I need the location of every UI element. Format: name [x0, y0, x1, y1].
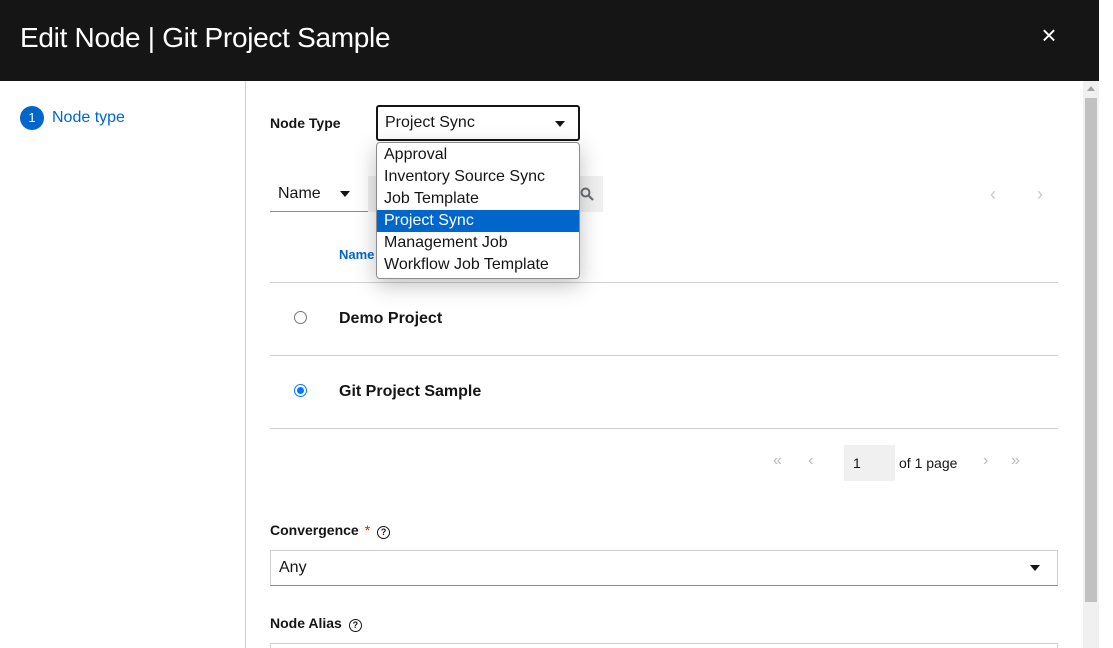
scrollbar[interactable] — [1083, 81, 1099, 648]
convergence-label-text: Convergence — [270, 522, 359, 538]
table-row-name: Git Project Sample — [339, 383, 482, 400]
convergence-label: Convergence *? — [270, 522, 391, 539]
page-count-label: of 1 page — [899, 455, 958, 471]
menu-item-management-job[interactable]: Management Job — [377, 232, 579, 254]
menu-item-job-template[interactable]: Job Template — [377, 188, 579, 210]
node-alias-input[interactable] — [270, 643, 1058, 648]
filter-attribute-select[interactable]: Name — [270, 176, 368, 212]
table-row-name: Demo Project — [339, 310, 443, 327]
prev-page-icon[interactable]: ‹ — [808, 452, 813, 470]
page-number-input[interactable]: 1 — [844, 445, 895, 481]
step-label: Node type — [52, 109, 125, 126]
caret-down-icon — [340, 191, 350, 197]
search-icon — [580, 187, 594, 201]
scroll-up-icon[interactable] — [1087, 86, 1095, 91]
help-icon[interactable]: ? — [377, 526, 391, 539]
caret-down-icon — [1030, 565, 1040, 571]
top-pagination: ‹ › — [986, 184, 1066, 204]
prev-page-icon[interactable]: ‹ — [990, 184, 996, 205]
row-divider — [270, 355, 1058, 356]
window-edge — [1099, 0, 1113, 648]
row-radio-demo-project[interactable] — [294, 311, 307, 324]
menu-item-approval[interactable]: Approval — [377, 144, 579, 166]
row-divider — [270, 428, 1058, 429]
menu-item-project-sync[interactable]: Project Sync — [377, 210, 579, 232]
close-icon[interactable]: × — [1036, 22, 1062, 48]
last-page-icon[interactable]: » — [1011, 452, 1020, 470]
caret-down-icon — [555, 121, 565, 127]
filter-attribute-value: Name — [278, 184, 321, 202]
node-type-selected: Project Sync — [385, 114, 475, 131]
first-page-icon[interactable]: « — [773, 452, 782, 470]
node-type-label: Node Type — [270, 115, 341, 131]
node-alias-label: Node Alias? — [270, 615, 362, 632]
convergence-value: Any — [279, 559, 307, 576]
scrollbar-thumb[interactable] — [1085, 98, 1097, 602]
required-marker: * — [364, 522, 371, 538]
menu-item-workflow-job-template[interactable]: Workflow Job Template — [377, 254, 579, 276]
modal-title: Edit Node | Git Project Sample — [20, 22, 391, 53]
node-type-select[interactable]: Project Sync — [376, 105, 580, 141]
help-icon[interactable]: ? — [348, 619, 362, 632]
wizard-step-node-type[interactable]: 1 Node type — [20, 106, 125, 130]
convergence-select[interactable]: Any — [270, 550, 1058, 586]
modal-header: Edit Node | Git Project Sample × — [0, 0, 1099, 81]
menu-item-inventory-source-sync[interactable]: Inventory Source Sync — [377, 166, 579, 188]
next-page-icon[interactable]: › — [983, 452, 988, 470]
row-divider — [270, 282, 1058, 283]
step-number: 1 — [20, 106, 44, 130]
column-header-name[interactable]: Name — [339, 247, 374, 262]
wizard-body: Node Type Project Sync Approval Inventor… — [246, 81, 1083, 648]
node-type-menu: Approval Inventory Source Sync Job Templ… — [376, 142, 580, 279]
node-alias-label-text: Node Alias — [270, 615, 342, 631]
row-radio-git-project-sample[interactable] — [294, 384, 307, 397]
next-page-icon[interactable]: › — [1037, 184, 1043, 205]
wizard-nav: 1 Node type — [0, 81, 246, 648]
